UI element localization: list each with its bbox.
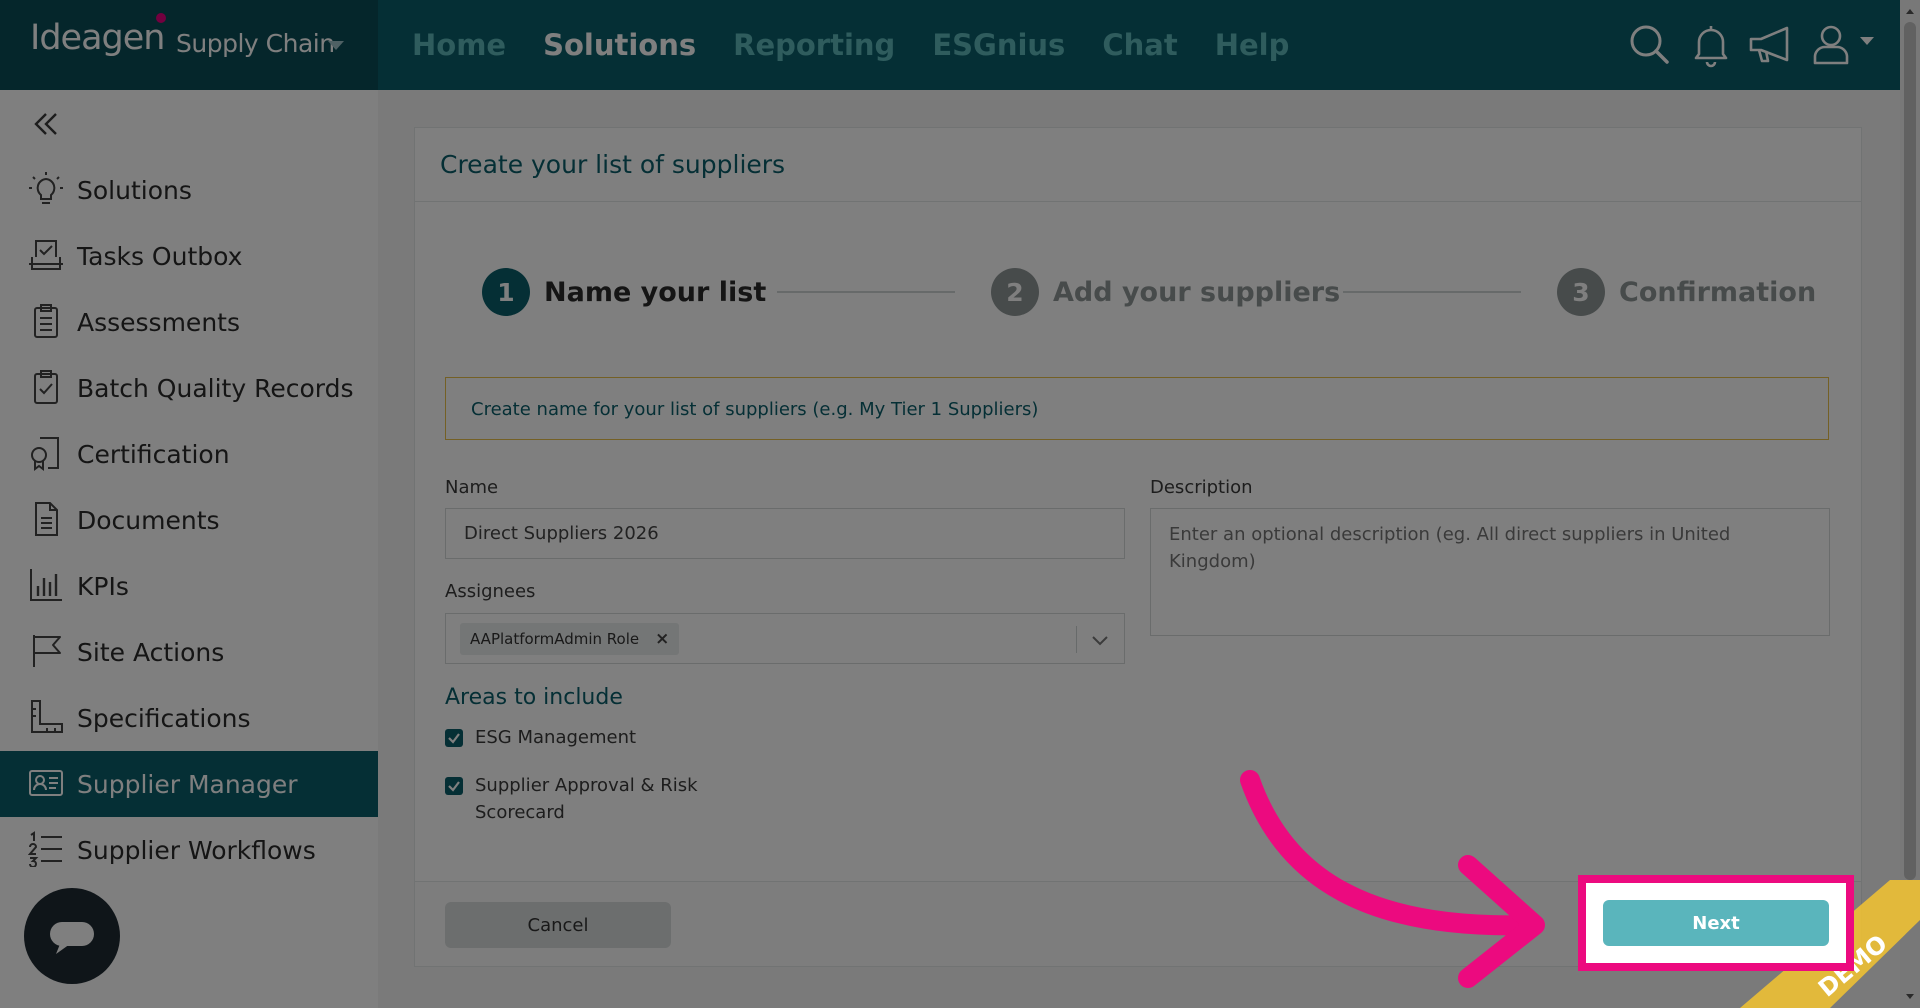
- sidebar-item-label: Supplier Workflows: [77, 835, 316, 865]
- step-label: Name your list: [544, 276, 767, 308]
- step-number: 2: [991, 268, 1039, 316]
- sidebar-item-kpis[interactable]: KPIs: [0, 553, 378, 619]
- collapse-sidebar-icon[interactable]: [30, 108, 62, 140]
- divider: [1076, 626, 1077, 653]
- bell-icon[interactable]: [1686, 20, 1736, 70]
- sidebar-item-label: Site Actions: [77, 637, 225, 667]
- step-number: 3: [1557, 268, 1605, 316]
- chevron-down-icon[interactable]: [328, 41, 344, 50]
- assignee-tag: AAPlatformAdmin Role ×: [460, 623, 680, 655]
- assignees-label: Assignees: [445, 581, 536, 602]
- product-name: Supply Chain: [176, 29, 335, 58]
- assignee-tag-label: AAPlatformAdmin Role: [470, 630, 640, 648]
- certificate-icon: [28, 435, 64, 471]
- sidebar-item-label: Solutions: [77, 175, 192, 205]
- step-2: 2 Add your suppliers: [991, 268, 1340, 316]
- panel-title: Create your list of suppliers: [440, 150, 786, 179]
- create-supplier-list-panel: Create your list of suppliers 1 Name you…: [414, 127, 1862, 967]
- description-input[interactable]: [1150, 508, 1830, 636]
- numbered-list-icon: [28, 831, 64, 867]
- step-number: 1: [482, 268, 530, 316]
- sidebar-item-label: KPIs: [77, 571, 129, 601]
- hint-text: Create name for your list of suppliers (…: [471, 399, 1039, 420]
- assignees-select[interactable]: AAPlatformAdmin Role ×: [445, 613, 1125, 664]
- description-label: Description: [1150, 477, 1253, 498]
- areas-title: Areas to include: [445, 685, 623, 710]
- sidebar-item-label: Tasks Outbox: [77, 241, 243, 271]
- sidebar-item-documents[interactable]: Documents: [0, 487, 378, 553]
- remove-assignee-icon[interactable]: ×: [655, 629, 669, 649]
- sidebar-item-solutions[interactable]: Solutions: [0, 157, 378, 223]
- page-scrollbar[interactable]: [1900, 0, 1920, 1008]
- sidebar-item-supplier-manager[interactable]: Supplier Manager: [0, 751, 378, 817]
- sidebar-item-batch-quality-records[interactable]: Batch Quality Records: [0, 355, 378, 421]
- bar-chart-icon: [28, 567, 64, 603]
- scroll-thumb[interactable]: [1904, 22, 1916, 880]
- supplier-approval-checkbox[interactable]: [445, 777, 463, 795]
- sidebar-item-specifications[interactable]: Specifications: [0, 685, 378, 751]
- clipboard-list-icon: [28, 303, 64, 339]
- main-nav: Home Solutions Reporting ESGnius Chat He…: [412, 0, 1326, 90]
- sidebar-item-label: Batch Quality Records: [77, 373, 354, 403]
- lightbulb-icon: [28, 171, 64, 207]
- megaphone-icon[interactable]: [1745, 20, 1795, 70]
- nav-help[interactable]: Help: [1215, 28, 1290, 62]
- nav-reporting[interactable]: Reporting: [733, 28, 895, 62]
- step-label: Confirmation: [1619, 276, 1817, 308]
- step-connector: [777, 291, 955, 293]
- sidebar-item-label: Certification: [77, 439, 230, 469]
- hint-box: Create name for your list of suppliers (…: [445, 377, 1829, 440]
- chat-widget-button[interactable]: [24, 888, 120, 984]
- document-icon: [28, 501, 64, 537]
- name-input[interactable]: [445, 508, 1125, 559]
- outbox-icon: [28, 237, 64, 273]
- sidebar-item-label: Assessments: [77, 307, 240, 337]
- step-label: Add your suppliers: [1053, 276, 1341, 308]
- sidebar-item-certification[interactable]: Certification: [0, 421, 378, 487]
- logo-dot: [156, 13, 166, 23]
- esg-management-checkbox[interactable]: [445, 729, 463, 747]
- flag-icon: [28, 633, 64, 669]
- cancel-button[interactable]: Cancel: [445, 902, 671, 948]
- clipboard-check-icon: [28, 369, 64, 405]
- user-menu[interactable]: [1806, 20, 1876, 70]
- brand-switcher[interactable]: Ideagen Supply Chain: [0, 0, 378, 90]
- search-icon[interactable]: [1625, 20, 1675, 70]
- name-label: Name: [445, 477, 499, 498]
- nav-esgnius[interactable]: ESGnius: [932, 28, 1065, 62]
- top-navigation-bar: Ideagen Supply Chain Home Solutions Repo…: [0, 0, 1920, 90]
- user-icon: [1813, 25, 1874, 65]
- id-card-icon: [28, 765, 64, 801]
- sidebar-item-site-actions[interactable]: Site Actions: [0, 619, 378, 685]
- sidebar-item-label: Supplier Manager: [77, 769, 298, 799]
- nav-home[interactable]: Home: [412, 28, 506, 62]
- sidebar-item-label: Documents: [77, 505, 220, 535]
- supplier-approval-label: Supplier Approval & Risk Scorecard: [475, 775, 698, 823]
- sidebar: Solutions Tasks Outbox Assessments Batch…: [0, 90, 378, 1008]
- divider: [415, 201, 1861, 202]
- step-3: 3 Confirmation: [1557, 268, 1816, 316]
- sidebar-item-supplier-workflows[interactable]: Supplier Workflows: [0, 817, 378, 883]
- chat-bubble-icon: [50, 922, 94, 954]
- nav-solutions[interactable]: Solutions: [543, 28, 696, 62]
- next-button[interactable]: Next: [1603, 900, 1829, 946]
- sidebar-item-assessments[interactable]: Assessments: [0, 289, 378, 355]
- chevron-down-icon[interactable]: [1090, 630, 1110, 650]
- sidebar-item-tasks-outbox[interactable]: Tasks Outbox: [0, 223, 378, 289]
- nav-chat[interactable]: Chat: [1102, 28, 1177, 62]
- ruler-icon: [28, 699, 64, 735]
- esg-management-label: ESG Management: [475, 727, 637, 748]
- sidebar-item-label: Specifications: [77, 703, 251, 733]
- ideagen-logo: Ideagen: [30, 18, 165, 58]
- step-1: 1 Name your list: [482, 268, 766, 316]
- step-connector: [1343, 291, 1521, 293]
